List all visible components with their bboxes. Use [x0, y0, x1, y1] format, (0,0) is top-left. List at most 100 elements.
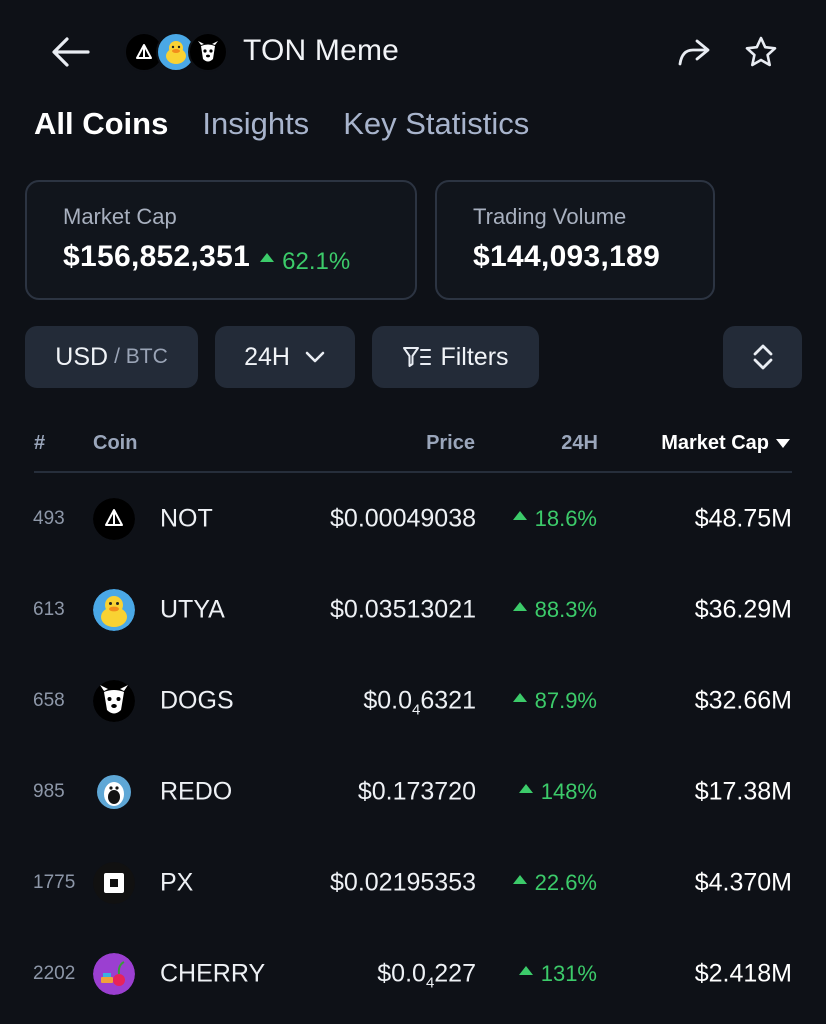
coin-market-cap: $32.66M: [694, 686, 792, 715]
coin-category-page: TON Meme All Coins Insights Key Statisti…: [0, 0, 826, 1024]
favorite-button[interactable]: [740, 32, 782, 72]
coin-change-value: 22.6%: [534, 870, 597, 895]
triangle-up-icon: [512, 601, 527, 611]
coin-name: PX: [160, 868, 194, 897]
table-row[interactable]: 1775 PX $0.02195353 22.6% $4.370M: [0, 838, 826, 928]
coin-market-cap: $17.38M: [694, 777, 792, 806]
coin-price: $0.02195353: [330, 868, 476, 897]
px-icon: [93, 862, 135, 904]
filters-button[interactable]: Filters: [372, 326, 539, 388]
price-digits: 227: [434, 959, 476, 988]
coin-market-cap: $2.418M: [694, 959, 792, 988]
coin-name: NOT: [160, 504, 213, 533]
coin-change: 148%: [518, 779, 597, 805]
price-zero-count: 4: [425, 974, 435, 992]
coin-price: $0.173720: [357, 777, 476, 806]
coin-name: DOGS: [160, 686, 234, 715]
star-icon: [745, 36, 777, 67]
chevron-down-icon: [304, 350, 326, 364]
coin-change-value: 148%: [540, 779, 597, 804]
table-row[interactable]: 2202 CHERRY $0.04227 131% $2.418M: [0, 929, 826, 1019]
share-icon: [678, 39, 710, 66]
coin-name: UTYA: [160, 595, 225, 624]
market-cap-change-value: 62.1%: [282, 247, 351, 275]
trading-volume-value: $144,093,189: [473, 240, 661, 273]
market-cap-label: Market Cap: [63, 204, 177, 229]
not-icon: [93, 498, 135, 540]
table-row[interactable]: 985 REDO $0.173720 148% $17.38M: [0, 747, 826, 837]
back-button[interactable]: [46, 30, 94, 74]
tab-bar: All Coins Insights Key Statistics: [34, 106, 529, 142]
coin-market-cap: $36.29M: [694, 595, 792, 624]
arrow-left-icon: [52, 37, 90, 67]
coin-change-value: 88.3%: [534, 597, 597, 622]
period-value: 24H: [244, 342, 290, 371]
redo-icon: [93, 771, 135, 813]
coin-rank: 985: [33, 781, 65, 802]
tab-insights[interactable]: Insights: [202, 106, 309, 142]
currency-secondary: / BTC: [114, 345, 168, 368]
triangle-up-icon: [512, 874, 527, 884]
cherry-icon: [93, 953, 135, 995]
market-cap-change: 62.1%: [260, 248, 350, 276]
header-divider: [34, 471, 792, 473]
coin-rank: 658: [33, 690, 65, 711]
coin-name: REDO: [160, 777, 233, 806]
coin-change: 88.3%: [512, 597, 597, 623]
share-button[interactable]: [672, 32, 714, 72]
utya-icon: [93, 589, 135, 631]
coin-change-value: 131%: [540, 961, 597, 986]
trading-volume-card: Trading Volume $144,093,189: [435, 180, 715, 300]
table-header: # Coin Price 24H Market Cap: [0, 420, 826, 474]
filters-label: Filters: [440, 342, 509, 371]
coin-rank: 493: [33, 508, 65, 529]
currency-primary: USD: [55, 342, 109, 371]
sort-button[interactable]: [723, 326, 802, 388]
dogs-logo-icon: [188, 32, 228, 72]
page-title: TON Meme: [243, 34, 400, 67]
table-row[interactable]: 613 UTYA $0.03513021 88.3% $36.29M: [0, 565, 826, 655]
column-market-cap[interactable]: Market Cap: [661, 432, 790, 455]
coin-rank: 613: [33, 599, 65, 620]
coin-rank: 2202: [33, 963, 76, 984]
period-dropdown[interactable]: 24H: [215, 326, 355, 388]
coin-change: 87.9%: [512, 688, 597, 714]
coin-rank: 1775: [33, 872, 76, 893]
triangle-up-icon: [518, 783, 533, 793]
column-24h[interactable]: 24H: [561, 432, 598, 455]
dogs-icon: [93, 680, 135, 722]
filter-icon: [402, 345, 432, 369]
triangle-up-icon: [512, 692, 527, 702]
triangle-up-icon: [518, 965, 533, 975]
price-digits: 6321: [420, 686, 476, 715]
column-coin[interactable]: Coin: [93, 432, 137, 455]
coin-change-value: 18.6%: [534, 506, 597, 531]
tab-key-statistics[interactable]: Key Statistics: [343, 106, 529, 142]
category-logos: [124, 32, 234, 72]
currency-toggle[interactable]: USD / BTC: [25, 326, 198, 388]
trading-volume-label: Trading Volume: [473, 204, 627, 229]
coin-change: 131%: [518, 961, 597, 987]
tab-all-coins[interactable]: All Coins: [34, 106, 168, 142]
coin-name: CHERRY: [160, 959, 266, 988]
sort-icon: [753, 344, 772, 370]
coin-change: 18.6%: [512, 506, 597, 532]
sort-desc-icon: [776, 439, 790, 448]
coin-price: $0.03513021: [330, 595, 476, 624]
table-row[interactable]: 658 DOGS $0.046321 87.9% $32.66M: [0, 656, 826, 746]
header: TON Meme: [0, 0, 826, 104]
coin-market-cap: $48.75M: [694, 504, 792, 533]
coin-price: $0.00049038: [330, 504, 476, 533]
column-price[interactable]: Price: [426, 432, 475, 455]
triangle-up-icon: [260, 253, 275, 262]
price-zero-count: 4: [412, 701, 421, 719]
column-market-cap-label: Market Cap: [661, 432, 769, 454]
market-cap-card: Market Cap $156,852,351 62.1%: [25, 180, 417, 300]
coin-price: $0.04227: [377, 959, 476, 992]
market-cap-value: $156,852,351: [63, 240, 251, 273]
coin-change-value: 87.9%: [534, 688, 597, 713]
price-prefix: $0.0: [363, 686, 413, 715]
price-prefix: $0.0: [377, 959, 426, 988]
table-row[interactable]: 493 NOT $0.00049038 18.6% $48.75M: [0, 474, 826, 564]
coin-price: $0.046321: [363, 686, 476, 719]
